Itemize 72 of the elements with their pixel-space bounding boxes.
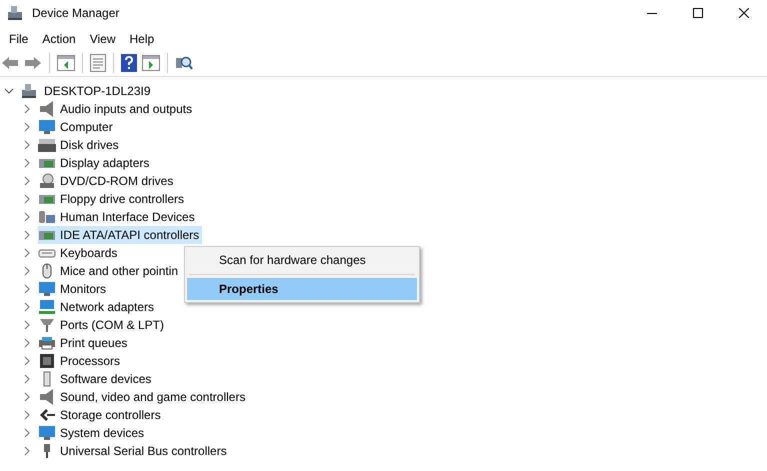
forward-arrow-icon[interactable]: [24, 56, 42, 70]
tree-item[interactable]: Mice and other pointin: [38, 262, 182, 280]
tree-item[interactable]: Sound, video and game controllers: [38, 388, 248, 406]
chevron-icon[interactable]: [22, 392, 32, 402]
close-icon: [739, 8, 749, 18]
window-icon[interactable]: [142, 55, 160, 71]
tree-item[interactable]: System devices: [38, 424, 148, 442]
menu-item[interactable]: File: [2, 32, 36, 46]
computer-icon: [20, 83, 38, 99]
menu-item[interactable]: Scan for hardware changes: [187, 249, 417, 271]
chevron-icon[interactable]: [4, 86, 14, 96]
chevron-icon[interactable]: [22, 410, 32, 420]
monitor-icon: [38, 425, 56, 441]
tree-item[interactable]: DESKTOP-1DL23I9: [44, 84, 150, 98]
scan-icon[interactable]: [175, 54, 193, 72]
tree-item[interactable]: Floppy drive controllers: [38, 190, 188, 208]
tree-item[interactable]: Network adapters: [38, 298, 158, 316]
chevron-icon[interactable]: [22, 374, 32, 384]
tree-item[interactable]: Human Interface Devices: [38, 208, 198, 226]
disc-drive-icon: [38, 173, 56, 189]
chevron-icon[interactable]: [22, 446, 32, 456]
back-arrow-icon[interactable]: [1, 56, 19, 70]
printer-icon: [38, 335, 56, 351]
chevron-icon[interactable]: [22, 248, 32, 258]
chevron-icon[interactable]: [22, 302, 32, 312]
chevron-icon[interactable]: [22, 428, 32, 438]
tree-item[interactable]: Ports (COM & LPT): [38, 316, 168, 334]
document-icon[interactable]: [90, 54, 106, 72]
chevron-icon[interactable]: [22, 176, 32, 186]
chevron-icon[interactable]: [22, 104, 32, 114]
chevron-icon[interactable]: [22, 212, 32, 222]
tree-item[interactable]: IDE ATA/ATAPI controllers: [38, 226, 202, 244]
maximize-icon: [693, 8, 703, 18]
tree-item[interactable]: Display adapters: [38, 154, 152, 172]
chevron-icon[interactable]: [22, 356, 32, 366]
monitor-icon: [38, 119, 56, 135]
computer-icon: [6, 5, 24, 21]
tree-item[interactable]: Software devices: [38, 370, 154, 388]
menu-item[interactable]: View: [82, 32, 122, 46]
speaker-icon: [38, 389, 56, 405]
tree-item[interactable]: Disk drives: [38, 136, 122, 154]
tree-item[interactable]: Processors: [38, 352, 124, 370]
chevron-icon[interactable]: [22, 158, 32, 168]
menu-item[interactable]: Help: [122, 32, 162, 46]
tree-item[interactable]: Monitors: [38, 280, 110, 298]
chevron-icon[interactable]: [22, 122, 32, 132]
menu-item[interactable]: Action: [35, 32, 83, 46]
chip-icon: [38, 353, 56, 369]
tree-item[interactable]: DVD/CD-ROM drives: [38, 172, 176, 190]
tree-item[interactable]: Keyboards: [38, 244, 120, 262]
tree-item[interactable]: Computer: [38, 118, 116, 136]
chevron-icon[interactable]: [22, 230, 32, 240]
network-icon: [38, 299, 56, 315]
chevron-icon[interactable]: [22, 140, 32, 150]
tree-item[interactable]: Print queues: [38, 334, 130, 352]
tree-item[interactable]: Storage controllers: [38, 406, 164, 424]
monitor-icon: [38, 281, 56, 297]
chevron-icon[interactable]: [22, 194, 32, 204]
window-icon[interactable]: [57, 55, 75, 71]
chevron-icon[interactable]: [22, 338, 32, 348]
chevron-icon[interactable]: [22, 284, 32, 294]
speaker-icon: [38, 101, 56, 117]
drive-icon: [38, 137, 56, 153]
chevron-icon[interactable]: [22, 320, 32, 330]
device-icon: [38, 209, 56, 225]
tree-item[interactable]: Audio inputs and outputs: [38, 100, 196, 118]
arrow-icon: [38, 407, 56, 423]
tree-item[interactable]: Universal Serial Bus controllers: [38, 442, 230, 460]
help-icon[interactable]: [121, 54, 137, 72]
menu-item[interactable]: Properties: [187, 278, 417, 300]
chevron-icon[interactable]: [22, 266, 32, 276]
window-title: Device Manager: [32, 6, 120, 20]
